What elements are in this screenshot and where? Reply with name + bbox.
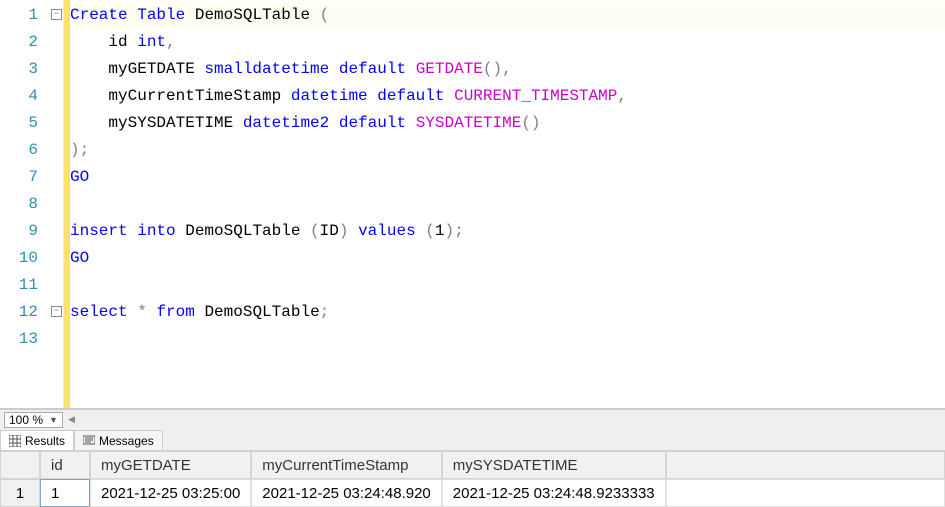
grid-cell-filler: [666, 479, 945, 507]
line-number: 6: [0, 137, 50, 164]
results-pane: idmyGETDATEmyCurrentTimeStampmySYSDATETI…: [0, 451, 945, 507]
code-line[interactable]: [70, 191, 945, 218]
line-number: 10: [0, 245, 50, 272]
line-number: 13: [0, 326, 50, 353]
line-number: 4: [0, 83, 50, 110]
column-header[interactable]: mySYSDATETIME: [442, 451, 666, 479]
column-header-filler: [666, 451, 945, 479]
fold-strip[interactable]: −−: [50, 0, 64, 408]
zoom-dropdown[interactable]: 100 % ▼: [4, 412, 63, 428]
code-editor[interactable]: 12345678910111213 −− Create Table DemoSQ…: [0, 0, 945, 409]
column-header[interactable]: myCurrentTimeStamp: [251, 451, 441, 479]
messages-icon: [83, 435, 95, 447]
tab-results-label: Results: [25, 434, 65, 448]
h-scroll-left-icon[interactable]: ◀: [68, 414, 75, 425]
column-header[interactable]: id: [40, 451, 90, 479]
grid-icon: [9, 435, 21, 447]
line-number-gutter: 12345678910111213: [0, 0, 50, 408]
line-number: 7: [0, 164, 50, 191]
tab-results[interactable]: Results: [0, 430, 74, 450]
line-number: 8: [0, 191, 50, 218]
fold-toggle[interactable]: −: [51, 306, 62, 317]
zoom-value: 100 %: [9, 413, 43, 427]
code-line[interactable]: [70, 326, 945, 353]
code-line[interactable]: GO: [70, 245, 945, 272]
fold-toggle[interactable]: −: [51, 9, 62, 20]
grid-cell[interactable]: 2021-12-25 03:24:48.9233333: [442, 479, 666, 507]
grid-cell[interactable]: 1: [40, 479, 90, 507]
tab-messages-label: Messages: [99, 434, 154, 448]
grid-cell[interactable]: 2021-12-25 03:24:48.920: [251, 479, 441, 507]
code-line[interactable]: myCurrentTimeStamp datetime default CURR…: [70, 83, 945, 110]
line-number: 5: [0, 110, 50, 137]
results-tab-bar: Results Messages: [0, 429, 945, 451]
line-number: 11: [0, 272, 50, 299]
zoom-bar: 100 % ▼ ◀: [0, 409, 945, 429]
code-line[interactable]: [70, 272, 945, 299]
line-number: 9: [0, 218, 50, 245]
column-header[interactable]: myGETDATE: [90, 451, 251, 479]
line-number: 1: [0, 2, 50, 29]
code-line[interactable]: Create Table DemoSQLTable (: [70, 2, 945, 29]
results-grid[interactable]: idmyGETDATEmyCurrentTimeStampmySYSDATETI…: [0, 451, 945, 507]
tab-messages[interactable]: Messages: [74, 430, 163, 450]
code-line[interactable]: insert into DemoSQLTable (ID) values (1)…: [70, 218, 945, 245]
chevron-down-icon: ▼: [49, 413, 58, 427]
code-line[interactable]: select * from DemoSQLTable;: [70, 299, 945, 326]
code-text-area[interactable]: Create Table DemoSQLTable ( id int, myGE…: [70, 0, 945, 408]
line-number: 3: [0, 56, 50, 83]
row-header[interactable]: 1: [0, 479, 40, 507]
code-line[interactable]: GO: [70, 164, 945, 191]
code-line[interactable]: );: [70, 137, 945, 164]
line-number: 12: [0, 299, 50, 326]
code-line[interactable]: mySYSDATETIME datetime2 default SYSDATET…: [70, 110, 945, 137]
grid-cell[interactable]: 2021-12-25 03:25:00: [90, 479, 251, 507]
grid-corner[interactable]: [0, 451, 40, 479]
code-line[interactable]: id int,: [70, 29, 945, 56]
code-line[interactable]: myGETDATE smalldatetime default GETDATE(…: [70, 56, 945, 83]
line-number: 2: [0, 29, 50, 56]
